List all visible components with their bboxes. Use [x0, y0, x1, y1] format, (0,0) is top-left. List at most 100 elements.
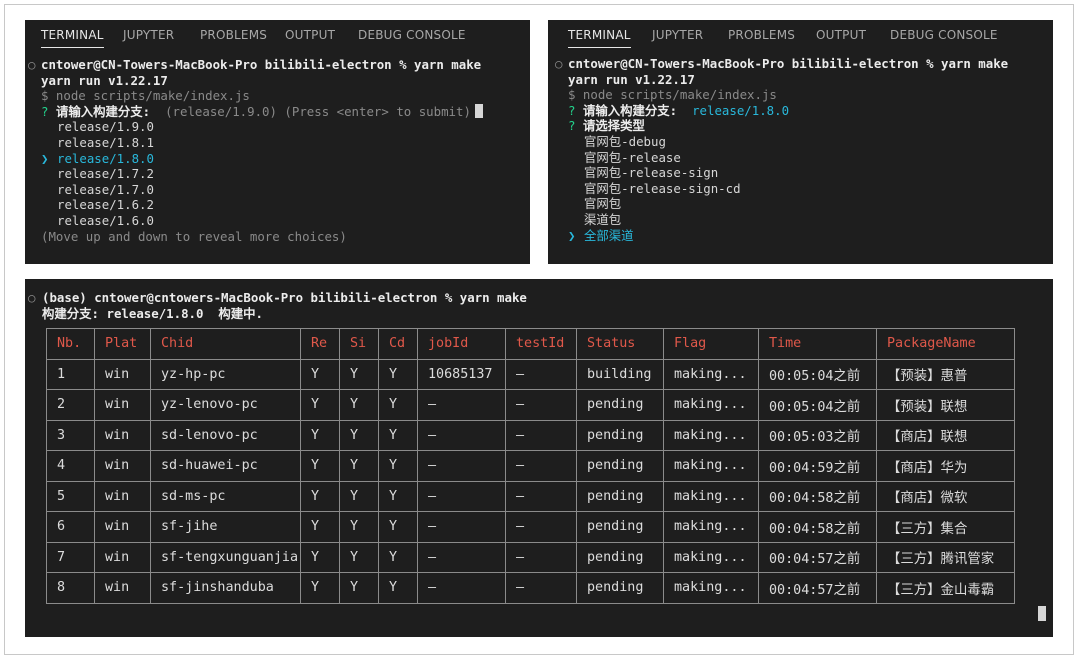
table-row: 7 win sf-tengxunguanjia Y Y Y — — pending making.… — [46, 541, 1015, 573]
choice-item[interactable]: 官网包-release-sign — [584, 165, 718, 181]
cell-col-packagename: 【商店】微软 — [876, 480, 1015, 512]
cell-col-jobid: — — [417, 480, 506, 512]
header-col-chid: Chid — [150, 328, 301, 360]
selection-chevron-icon: ❯ — [41, 150, 49, 166]
circle-icon: ○ — [28, 57, 36, 72]
cell-col-time: 00:04:58之前 — [758, 511, 877, 543]
cell-col-jobid: — — [417, 450, 506, 482]
table-row: 2 win yz-lenovo-pc Y Y Y — — pending making... 00:… — [46, 389, 1015, 421]
header-col-cd: Cd — [378, 328, 418, 360]
choice-item-selected[interactable]: 全部渠道 — [584, 228, 634, 244]
cell-col-status: pending — [576, 419, 664, 451]
cell-col-chid: sf-jihe — [150, 511, 301, 543]
cell-col-re: Y — [300, 358, 340, 390]
cell-col-re: Y — [300, 419, 340, 451]
cell-col-si: Y — [339, 511, 379, 543]
choice-item[interactable]: release/1.8.1 — [57, 135, 154, 151]
header-col-flag: Flag — [663, 328, 759, 360]
cell-col-cd: Y — [378, 358, 418, 390]
cell-col-testid: — — [505, 511, 577, 543]
tab-output[interactable]: OUTPUT — [816, 28, 866, 42]
cell-col-flag: making... — [663, 541, 759, 573]
choice-item[interactable]: release/1.7.0 — [57, 182, 154, 198]
tab-debug-console[interactable]: DEBUG CONSOLE — [358, 28, 466, 42]
cell-col-testid: — — [505, 358, 577, 390]
yarn-version: yarn run v1.22.17 — [41, 72, 168, 88]
cell-col-chid: yz-hp-pc — [150, 358, 301, 390]
circle-icon: ○ — [555, 56, 563, 71]
tab-jupyter[interactable]: JUPYTER — [652, 28, 703, 42]
cell-col-status: pending — [576, 480, 664, 512]
cell-col-testid: — — [505, 389, 577, 421]
circle-icon: ○ — [28, 290, 36, 305]
prompt-question-line: ? 请选择类型 — [568, 118, 645, 134]
choice-item[interactable]: 官网包-release-sign-cd — [584, 181, 741, 197]
text-cursor — [1038, 606, 1046, 621]
choice-item[interactable]: release/1.9.0 — [57, 119, 154, 135]
cell-col-packagename: 【三方】腾讯管家 — [876, 541, 1015, 573]
cell-col-jobid: — — [417, 541, 506, 573]
tab-output[interactable]: OUTPUT — [285, 28, 335, 42]
cell-col-plat: win — [94, 358, 151, 390]
tab-debug-console[interactable]: DEBUG CONSOLE — [890, 28, 998, 42]
cell-col-jobid: 10685137 — [417, 358, 506, 390]
cell-col-jobid: — — [417, 419, 506, 451]
tab-jupyter[interactable]: JUPYTER — [123, 28, 174, 42]
header-col-testid: testId — [505, 328, 577, 360]
header-col-time: Time — [758, 328, 877, 360]
question-mark-icon: ? — [568, 118, 576, 134]
cell-col-cd: Y — [378, 419, 418, 451]
cell-col-si: Y — [339, 572, 379, 604]
cell-col-flag: making... — [663, 419, 759, 451]
cell-col-si: Y — [339, 480, 379, 512]
cell-col-nb: 4 — [46, 450, 95, 482]
question-text: 请输入构建分支: — [582, 102, 678, 118]
cell-col-time: 00:04:58之前 — [758, 480, 877, 512]
build-jobs-table: Nb. Plat Chid Re Si Cd jobId testId Status Flag Ti… — [46, 328, 1015, 604]
question-text: 请输入构建分支: — [55, 103, 151, 119]
cell-col-flag: making... — [663, 450, 759, 482]
terminal-output: ○ cntower@CN-Towers-MacBook-Pro bilibili… — [548, 20, 1008, 264]
table-header-row: Nb. Plat Chid Re Si Cd jobId testId Status Flag Ti… — [46, 328, 1015, 360]
cell-col-si: Y — [339, 389, 379, 421]
cell-col-packagename: 【三方】金山毒霸 — [876, 572, 1015, 604]
choice-item[interactable]: 渠道包 — [584, 212, 621, 228]
cell-col-plat: win — [94, 480, 151, 512]
header-col-nb: Nb. — [46, 328, 95, 360]
cell-col-re: Y — [300, 450, 340, 482]
build-status-line: 构建分支: release/1.8.0 构建中. — [42, 306, 264, 321]
cell-col-re: Y — [300, 389, 340, 421]
cell-col-packagename: 【商店】联想 — [876, 419, 1015, 451]
tab-problems[interactable]: PROBLEMS — [200, 28, 267, 42]
choice-item[interactable]: 官网包 — [584, 196, 621, 212]
cell-col-testid: — — [505, 572, 577, 604]
selection-chevron-icon: ❯ — [568, 227, 576, 243]
cell-col-si: Y — [339, 419, 379, 451]
question-mark-icon: ? — [568, 102, 576, 118]
choice-item[interactable]: 官网包-debug — [584, 134, 666, 150]
choice-item[interactable]: release/1.7.2 — [57, 166, 154, 182]
choice-item[interactable]: release/1.6.0 — [57, 213, 154, 229]
cell-col-cd: Y — [378, 541, 418, 573]
cell-col-re: Y — [300, 480, 340, 512]
cell-col-packagename: 【商店】华为 — [876, 450, 1015, 482]
tab-problems[interactable]: PROBLEMS — [728, 28, 795, 42]
cell-col-cd: Y — [378, 511, 418, 543]
cell-col-time: 00:05:04之前 — [758, 389, 877, 421]
cell-col-plat: win — [94, 511, 151, 543]
cell-col-re: Y — [300, 572, 340, 604]
choice-item[interactable]: release/1.6.2 — [57, 197, 154, 213]
question-text: 请选择类型 — [582, 118, 645, 134]
table-row: 5 win sd-ms-pc Y Y Y — — pending making... 00:04:5… — [46, 480, 1015, 512]
choice-item[interactable]: 官网包-release — [584, 150, 681, 166]
cell-col-nb: 2 — [46, 389, 95, 421]
cell-col-testid: — — [505, 419, 577, 451]
cell-col-cd: Y — [378, 480, 418, 512]
cell-col-chid: yz-lenovo-pc — [150, 389, 301, 421]
choice-item-selected[interactable]: release/1.8.0 — [57, 151, 154, 167]
prompt-question-line: ? 请输入构建分支: (release/1.9.0) (Press <enter… — [41, 103, 483, 120]
header-col-si: Si — [339, 328, 379, 360]
cell-col-time: 00:04:57之前 — [758, 572, 877, 604]
cell-col-jobid: — — [417, 389, 506, 421]
cell-col-jobid: — — [417, 572, 506, 604]
